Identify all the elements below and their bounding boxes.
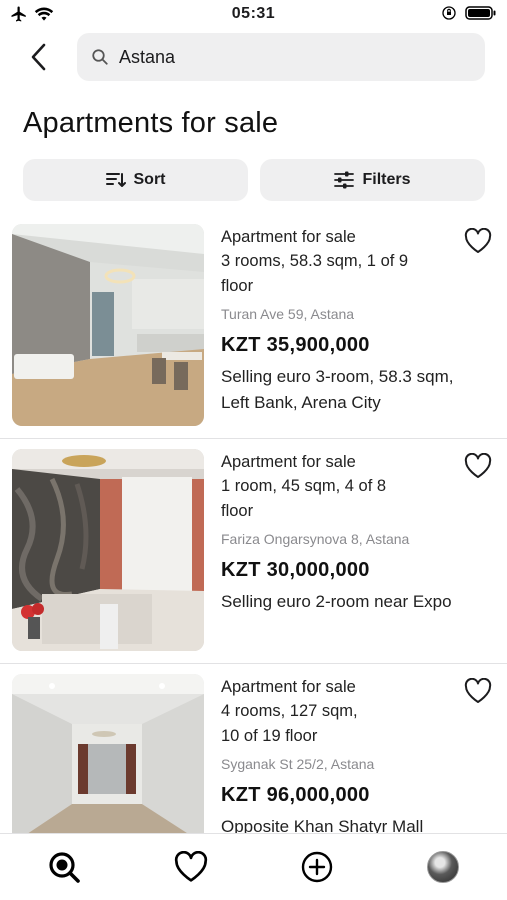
tab-add-listing[interactable] xyxy=(298,848,336,886)
status-time: 05:31 xyxy=(231,5,276,22)
listing-description: Selling euro 2-room near Expo xyxy=(221,592,452,611)
sort-icon xyxy=(105,173,126,187)
filters-label: Filters xyxy=(362,171,411,188)
listing-info: Apartment for sale 3 rooms, 58.3 sqm, 1 … xyxy=(221,225,461,416)
tab-search[interactable] xyxy=(45,848,83,886)
tab-profile[interactable] xyxy=(424,848,462,886)
listing-spec-cont: floor xyxy=(221,277,254,295)
search-icon xyxy=(92,49,108,65)
listing-list: Apartment for sale 3 rooms, 58.3 sqm, 1 … xyxy=(0,214,507,833)
chevron-left-icon xyxy=(31,43,46,71)
back-button[interactable] xyxy=(22,40,56,74)
listing-photo[interactable] xyxy=(12,449,204,651)
sort-button[interactable]: Sort xyxy=(23,159,248,201)
listing-address: Syganak St 25/2, Astana xyxy=(221,756,375,772)
battery-icon xyxy=(465,6,496,20)
listing-type: Apartment for sale xyxy=(221,228,356,246)
listing-description: Opposite Khan Shatyr Mall xyxy=(221,817,424,833)
add-listing-tab-icon xyxy=(301,851,333,883)
status-bar: 05:31 xyxy=(0,0,507,30)
profile-avatar[interactable] xyxy=(427,851,459,883)
orientation-lock-icon xyxy=(442,6,456,20)
page-title: Apartments for sale xyxy=(23,107,279,139)
listing-price: KZT 35,900,000 xyxy=(221,334,370,356)
listing-info: Apartment for sale 1 room, 45 sqm, 4 of … xyxy=(221,450,461,615)
sliders-icon xyxy=(334,171,355,189)
favorites-tab-icon xyxy=(174,851,208,882)
status-right xyxy=(441,5,497,21)
tab-bar xyxy=(0,833,507,900)
header xyxy=(0,32,507,84)
listing-spec-cont: floor xyxy=(221,502,254,520)
favorite-button[interactable] xyxy=(464,227,492,254)
sort-label: Sort xyxy=(133,171,166,188)
listing-card[interactable]: Apartment for sale 1 room, 45 sqm, 4 of … xyxy=(0,439,507,664)
listing-type: Apartment for sale xyxy=(221,678,356,696)
filters-button[interactable]: Filters xyxy=(260,159,485,201)
listing-type: Apartment for sale xyxy=(221,453,356,471)
listing-photo[interactable] xyxy=(12,224,204,426)
listing-card[interactable]: Apartment for sale 3 rooms, 58.3 sqm, 1 … xyxy=(0,214,507,439)
listing-description: Selling euro 3-room, 58.3 sqm, Left Bank… xyxy=(221,367,454,412)
heart-outline-icon xyxy=(464,452,492,478)
listing-spec: 3 rooms, 58.3 sqm, 1 of 9 xyxy=(221,252,409,270)
listing-photo[interactable] xyxy=(12,674,204,833)
listing-spec: 1 room, 45 sqm, 4 of 8 xyxy=(221,477,387,495)
search-box[interactable] xyxy=(77,33,485,81)
listing-card[interactable]: Apartment for sale 4 rooms, 127 sqm, 10 … xyxy=(0,664,507,833)
listing-info: Apartment for sale 4 rooms, 127 sqm, 10 … xyxy=(221,675,461,833)
search-input[interactable] xyxy=(119,46,459,68)
heart-outline-icon xyxy=(464,677,492,703)
favorite-button[interactable] xyxy=(464,677,492,704)
listing-price: KZT 96,000,000 xyxy=(221,784,370,806)
action-buttons: Sort Filters xyxy=(23,159,485,201)
listing-spec-cont: 10 of 19 floor xyxy=(221,727,318,745)
tab-favorites[interactable] xyxy=(172,848,210,886)
favorite-button[interactable] xyxy=(464,452,492,479)
listing-price: KZT 30,000,000 xyxy=(221,559,370,581)
heart-outline-icon xyxy=(464,227,492,253)
listing-address: Fariza Ongarsynova 8, Astana xyxy=(221,531,410,547)
search-tab-icon xyxy=(49,852,80,883)
listing-address: Turan Ave 59, Astana xyxy=(221,306,355,322)
listing-spec: 4 rooms, 127 sqm, xyxy=(221,702,358,720)
